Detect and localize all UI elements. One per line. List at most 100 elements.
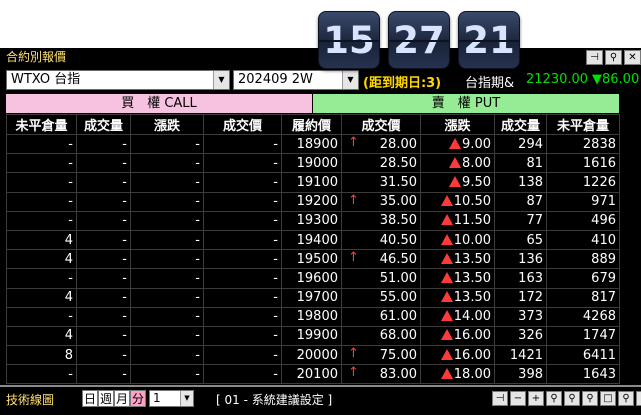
triangle-up-icon: [449, 137, 462, 149]
col-put-oi[interactable]: 未平倉量: [546, 114, 620, 135]
put-price-value: 38.50: [379, 213, 417, 229]
index-name: 台指期&: [465, 76, 515, 91]
quote-controls: WTXO 台指 ▼ 202409 2W ▼ (距到期日:3) 台指期& 2123…: [0, 68, 641, 92]
put-change-value: 9.50: [462, 174, 491, 190]
period-week-button[interactable]: 週: [98, 390, 114, 407]
search-icon[interactable]: ⚲: [546, 391, 562, 406]
table-row[interactable]: - - - -19800 61.00 14.00 373 4268: [6, 306, 620, 327]
put-change-cell: 13.50: [420, 268, 495, 289]
chevron-down-icon[interactable]: ▼: [180, 391, 193, 406]
table-row[interactable]: - - - -18900 ↑ 28.00 9.00 294 2838: [6, 133, 620, 155]
call-change-cell: -: [130, 287, 204, 308]
zoom-out-icon[interactable]: −: [510, 391, 526, 406]
strike-cell: 20000: [281, 345, 342, 366]
interval-select-value: 1: [153, 391, 161, 405]
table-row[interactable]: - - - -19600 51.00 13.50 163 679: [6, 268, 620, 289]
product-select-value: WTXO 台指: [11, 72, 81, 87]
col-strike[interactable]: 履約價: [281, 114, 342, 135]
call-change-cell: -: [130, 172, 204, 193]
put-change-value: 10.50: [453, 194, 491, 210]
put-price-cell: ↑ 46.50: [341, 249, 421, 270]
put-change-cell: 10.00: [420, 229, 495, 251]
put-change-cell: 11.50: [420, 210, 495, 231]
put-price-cell: 68.00: [341, 325, 421, 347]
table-row[interactable]: 4- - -19500 ↑ 46.50 13.50 136 889: [6, 249, 620, 270]
put-oi-cell: 1616: [546, 153, 620, 174]
call-volume-cell: -: [76, 287, 131, 308]
triangle-up-icon: [440, 252, 453, 264]
period-minute-button[interactable]: 分: [130, 390, 146, 407]
triangle-up-icon: [440, 271, 453, 283]
search-icon[interactable]: ⚲: [636, 391, 641, 406]
col-call-volume[interactable]: 成交量: [76, 114, 131, 135]
put-change-cell: 9.50: [420, 172, 495, 193]
zoom-in-icon[interactable]: +: [528, 391, 544, 406]
triangle-up-icon: [449, 175, 462, 187]
put-price-cell: 51.00: [341, 268, 421, 289]
col-put-price[interactable]: 成交價: [341, 114, 421, 135]
col-call-oi[interactable]: 未平倉量: [6, 114, 77, 135]
table-row[interactable]: - - - -19300 38.50 11.50 77 496: [6, 210, 620, 231]
call-oi-cell: 4: [6, 325, 77, 347]
strike-cell: 19300: [281, 210, 342, 231]
put-oi-cell: 1226: [546, 172, 620, 193]
triangle-up-icon: [440, 348, 453, 360]
col-call-change[interactable]: 漲跌: [130, 114, 204, 135]
up-arrow-icon: ↑: [348, 346, 359, 362]
table-row[interactable]: 8- - -20000 ↑ 75.00 16.00 1421 6411: [6, 345, 620, 366]
period-month-button[interactable]: 月: [114, 390, 130, 407]
table-row[interactable]: - - - -19100 31.50 9.50 138 1226: [6, 172, 620, 193]
indicator-setting[interactable]: [ 01 - 系統建議設定 ]: [216, 391, 332, 408]
col-put-volume[interactable]: 成交量: [494, 114, 547, 135]
month-select[interactable]: 202409 2W ▼: [233, 70, 359, 90]
call-volume-cell: -: [76, 325, 131, 347]
search-icon[interactable]: ⚲: [618, 391, 634, 406]
call-volume-cell: -: [76, 153, 131, 174]
search-icon[interactable]: ⚲: [564, 391, 580, 406]
call-oi-cell: -: [6, 364, 77, 385]
put-price-value: 40.50: [379, 232, 417, 248]
put-price-value: 51.00: [379, 270, 417, 286]
option-rows: - - - -18900 ↑ 28.00 9.00 294 2838- - - -19000 28.50…: [6, 133, 620, 385]
search-icon[interactable]: ⚲: [605, 50, 622, 65]
col-put-change[interactable]: 漲跌: [420, 114, 495, 135]
table-row[interactable]: 4- - -19700 55.00 13.50 172 817: [6, 287, 620, 308]
call-oi-cell: 4: [6, 249, 77, 270]
pin-icon[interactable]: ⊣: [586, 50, 603, 65]
table-row[interactable]: 4- - -19400 40.50 10.00 65 410: [6, 229, 620, 251]
table-row[interactable]: - - - -19000 28.50 8.00 81 1616: [6, 153, 620, 174]
call-price-cell: -: [203, 249, 282, 270]
search-icon[interactable]: ⚲: [582, 391, 598, 406]
chart-toolbar: ⊣ − + ⚲ ⚲ ⚲ □ ⚲ ⚲: [492, 391, 641, 406]
col-call-price[interactable]: 成交價: [203, 114, 282, 135]
product-select[interactable]: WTXO 台指 ▼: [6, 70, 230, 90]
call-oi-cell: -: [6, 191, 77, 212]
put-price-value: 83.00: [379, 366, 417, 382]
call-volume-cell: -: [76, 306, 131, 327]
table-row[interactable]: - - - -19200 ↑ 35.00 10.50 87 971: [6, 191, 620, 212]
period-day-button[interactable]: 日: [82, 390, 98, 407]
table-row[interactable]: - - - -20100 ↑ 83.00 18.00 398 1643: [6, 364, 620, 385]
table-row[interactable]: 4- - -19900 68.00 16.00 326 1747: [6, 325, 620, 347]
put-oi-cell: 496: [546, 210, 620, 231]
call-volume-cell: -: [76, 249, 131, 270]
chevron-down-icon[interactable]: ▼: [342, 71, 358, 89]
put-price-value: 46.50: [379, 251, 417, 267]
window-icon[interactable]: □: [600, 391, 616, 406]
month-select-value: 202409 2W: [238, 72, 313, 87]
call-volume-cell: -: [76, 364, 131, 385]
put-price-cell: 55.00: [341, 287, 421, 308]
pin-icon[interactable]: ⊣: [492, 391, 508, 406]
put-volume-cell: 294: [494, 133, 547, 155]
call-volume-cell: -: [76, 191, 131, 212]
triangle-up-icon: [440, 310, 453, 322]
interval-select[interactable]: 1 ▼: [149, 390, 194, 407]
call-price-cell: -: [203, 229, 282, 251]
clock-hour: 15: [318, 11, 380, 69]
put-volume-cell: 77: [494, 210, 547, 231]
put-change-cell: 18.00: [420, 364, 495, 385]
call-oi-cell: 8: [6, 345, 77, 366]
call-volume-cell: -: [76, 172, 131, 193]
chevron-down-icon[interactable]: ▼: [213, 71, 229, 89]
close-icon[interactable]: ✕: [624, 50, 641, 65]
